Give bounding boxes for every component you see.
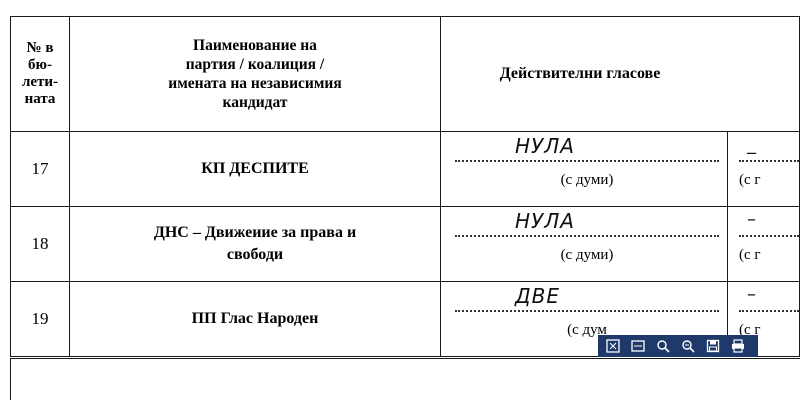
dotted-line — [455, 160, 719, 162]
dotted-line — [739, 310, 799, 312]
fit-width-icon[interactable] — [627, 337, 649, 355]
zoom-out-icon[interactable] — [677, 337, 699, 355]
party-name: КП ДЕСПИТЕ — [69, 131, 441, 207]
fit-page-icon[interactable] — [602, 337, 624, 355]
handwritten-digits: _ — [747, 134, 757, 155]
ballot-number: 19 — [10, 281, 70, 357]
dotted-line — [455, 310, 719, 312]
print-icon[interactable] — [727, 337, 749, 355]
handwritten-digits: – — [747, 284, 757, 305]
header-ballot-number: № в бю- лети- ната — [10, 16, 70, 132]
votes-in-words: НУЛА (с думи) — [455, 133, 727, 206]
votes-in-words: НУЛА (с думи) — [455, 208, 727, 281]
digits-caption: (с г — [739, 247, 761, 263]
column-divider — [727, 132, 728, 206]
dotted-line — [739, 160, 799, 162]
handwritten-votes: ДВЕ — [515, 284, 560, 308]
handwritten-votes: НУЛА — [515, 134, 575, 158]
zoom-in-icon[interactable] — [652, 337, 674, 355]
header-valid-votes: Действителни гласове — [440, 16, 800, 132]
party-name: ДНС – Движеиие за права и свободи — [69, 206, 441, 282]
column-divider — [727, 207, 728, 281]
votes-caption: (с думи) — [560, 172, 614, 188]
table-row: 18 ДНС – Движеиие за права и свободи НУЛ… — [10, 206, 800, 282]
ballot-number: 18 — [10, 206, 70, 282]
dotted-line — [739, 235, 799, 237]
votes-cell: НУЛА (с думи) – (с г — [440, 206, 800, 282]
votes-in-digits: _ (с г — [739, 133, 799, 206]
party-name: ПП Глас Народен — [69, 281, 441, 357]
table-header-row: № в бю- лети- ната Пaименование на парти… — [10, 16, 800, 132]
protocol-table: № в бю- лети- ната Пaименование на парти… — [10, 16, 800, 357]
dotted-line — [455, 235, 719, 237]
save-icon[interactable] — [702, 337, 724, 355]
handwritten-votes: НУЛА — [515, 209, 575, 233]
empty-section-box — [10, 358, 800, 400]
votes-cell: НУЛА (с думи) _ (с г — [440, 131, 800, 207]
header-party-name: Пaименование на партия / коалиция / имен… — [69, 16, 441, 132]
document-page: № в бю- лети- ната Пaименование на парти… — [0, 0, 800, 400]
ballot-number: 17 — [10, 131, 70, 207]
handwritten-digits: – — [747, 209, 757, 230]
table-row: 17 КП ДЕСПИТЕ НУЛА (с думи) _ (с г — [10, 131, 800, 207]
votes-in-digits: – (с г — [739, 208, 799, 281]
votes-caption: (с думи) — [560, 247, 614, 263]
document-viewer-toolbar — [598, 335, 758, 357]
digits-caption: (с г — [739, 172, 761, 188]
